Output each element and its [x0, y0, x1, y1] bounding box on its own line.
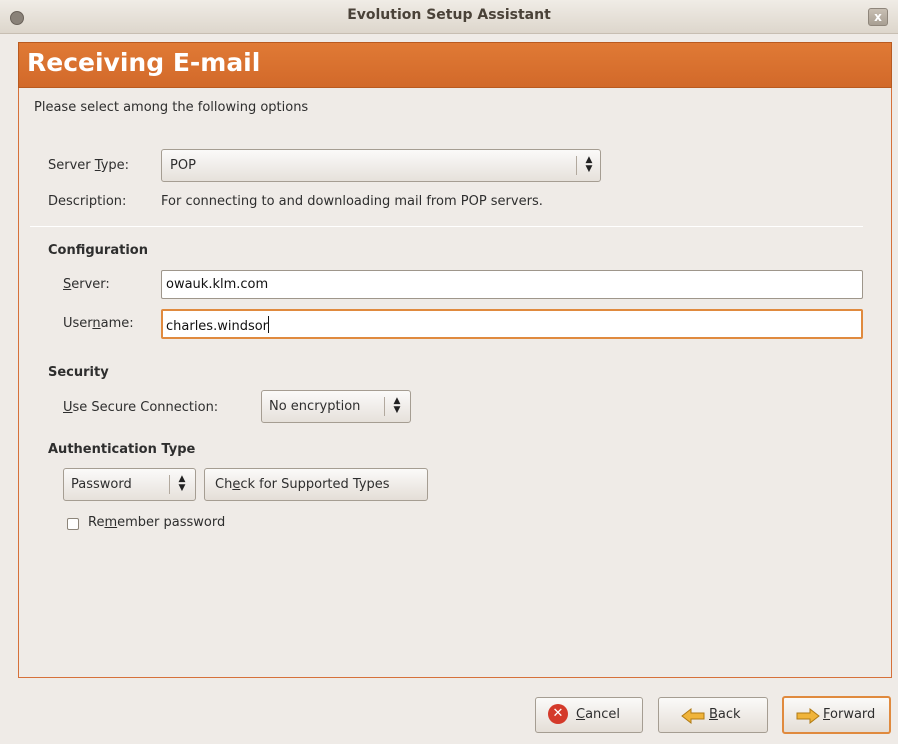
- combo-separator: [169, 475, 170, 494]
- page-title: Receiving E-mail: [27, 48, 261, 77]
- label-part: Server: [48, 158, 95, 173]
- server-label: Server:: [63, 277, 110, 292]
- window-title: Evolution Setup Assistant: [347, 7, 551, 23]
- cancel-button[interactable]: ✕ Cancel: [535, 697, 643, 733]
- divider: [30, 226, 863, 227]
- label-part: ancel: [585, 707, 621, 722]
- label-part: ack: [717, 707, 741, 722]
- combo-separator: [576, 156, 577, 175]
- label-part: Ch: [215, 477, 233, 492]
- back-label: Back: [709, 707, 741, 722]
- secure-connection-combo[interactable]: No encryption ▲ ▼: [261, 390, 411, 423]
- check-button-label: Check for Supported Types: [215, 477, 390, 492]
- authentication-heading: Authentication Type: [48, 442, 196, 457]
- remember-password-label[interactable]: Remember password: [88, 515, 225, 530]
- security-heading: Security: [48, 365, 109, 380]
- cancel-label: Cancel: [576, 707, 620, 722]
- description-label: Description:: [48, 194, 127, 209]
- username-text: charles.windsor: [166, 319, 269, 334]
- page-header: Receiving E-mail: [18, 42, 892, 88]
- server-value: owauk.klm.com: [166, 277, 269, 292]
- intro-text: Please select among the following option…: [34, 100, 309, 115]
- label-part: erver:: [71, 277, 110, 292]
- back-arrow-icon: [681, 708, 705, 724]
- close-icon: x: [874, 10, 882, 24]
- check-supported-types-button[interactable]: Check for Supported Types: [204, 468, 428, 501]
- text-caret: [268, 316, 270, 333]
- remember-password-checkbox[interactable]: [67, 518, 79, 530]
- back-button[interactable]: Back: [658, 697, 768, 733]
- secure-connection-label: Use Secure Connection:: [63, 400, 218, 415]
- label-mnemonic: C: [576, 707, 586, 722]
- forward-arrow-icon: [796, 708, 820, 724]
- username-value: charles.windsor: [166, 316, 270, 334]
- combo-separator: [384, 397, 385, 416]
- cancel-icon: ✕: [548, 704, 568, 724]
- description-text: For connecting to and downloading mail f…: [161, 194, 543, 209]
- server-type-combo[interactable]: POP ▲ ▼: [161, 149, 601, 182]
- close-button[interactable]: x: [868, 8, 888, 26]
- label-part: orward: [830, 707, 876, 722]
- username-label: Username:: [63, 316, 134, 331]
- username-input[interactable]: charles.windsor: [161, 309, 863, 339]
- label-part: ck for Supported Types: [240, 477, 390, 492]
- authentication-type-combo[interactable]: Password ▲ ▼: [63, 468, 196, 501]
- authentication-type-value: Password: [71, 477, 132, 492]
- label-part: Re: [88, 515, 105, 530]
- label-part: se Secure Connection:: [72, 400, 219, 415]
- secure-connection-value: No encryption: [269, 399, 361, 414]
- label-mnemonic: n: [92, 316, 101, 331]
- label-mnemonic: F: [823, 707, 831, 722]
- server-input[interactable]: owauk.klm.com: [161, 270, 863, 299]
- spin-arrows-icon: ▲ ▼: [178, 474, 186, 493]
- server-type-value: POP: [170, 158, 196, 173]
- label-part: ember password: [117, 515, 226, 530]
- label-part: ame:: [100, 316, 134, 331]
- label-mnemonic: B: [709, 707, 718, 722]
- window-titlebar: Evolution Setup Assistant x: [0, 0, 898, 34]
- label-mnemonic: U: [63, 400, 73, 415]
- server-type-label: Server Type:: [48, 158, 129, 173]
- spin-arrows-icon: ▲ ▼: [585, 155, 593, 174]
- spin-arrows-icon: ▲ ▼: [393, 396, 401, 415]
- label-mnemonic: m: [104, 515, 118, 530]
- configuration-heading: Configuration: [48, 243, 148, 258]
- label-part: User: [63, 316, 93, 331]
- forward-button[interactable]: Forward: [782, 696, 891, 734]
- forward-label: Forward: [823, 707, 875, 722]
- label-part: ype:: [100, 158, 130, 173]
